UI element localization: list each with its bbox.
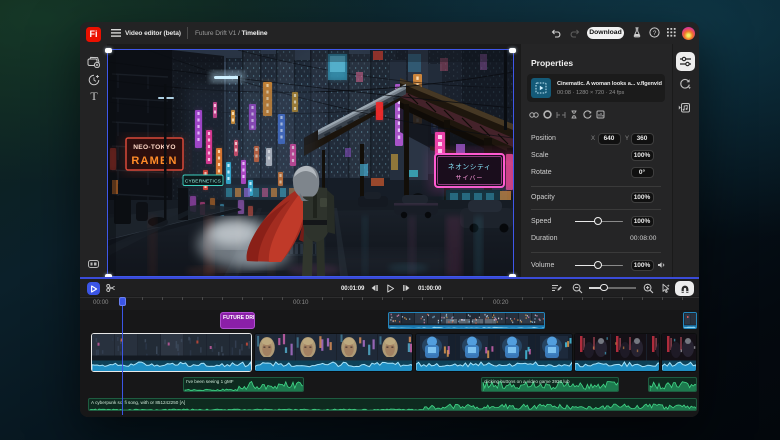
svg-text:?: ? (653, 30, 657, 37)
svg-text:ネオンシティ: ネオンシティ (447, 163, 490, 171)
svg-text:サイバー: サイバー (455, 175, 483, 182)
svg-text:RAMEN: RAMEN (131, 155, 177, 167)
svg-text:NEO-TOKYO: NEO-TOKYO (133, 144, 176, 151)
svg-text:CYBERNETICS: CYBERNETICS (184, 179, 220, 185)
